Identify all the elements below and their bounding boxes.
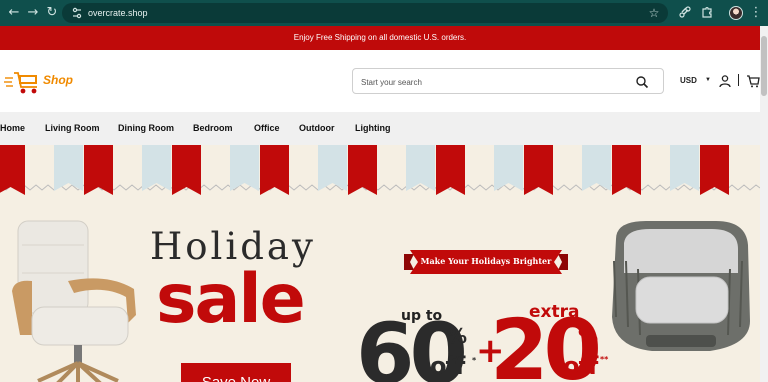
offer1-off: off [430,352,465,380]
nav-item-dining-room[interactable]: Dining Room [118,123,174,133]
reload-icon[interactable]: ↻ [44,5,60,21]
nav-item-bedroom[interactable]: Bedroom [193,123,233,133]
ribbon-text: Make Your Holidays Brighter [420,256,552,266]
site-header: Shop USD ▼ [0,50,760,112]
hero-banner[interactable]: Holiday sale Make Your Holidays Brighter… [0,145,760,382]
offer1-percent: % [447,324,468,348]
logo-cart-icon [4,72,37,94]
nav-item-lighting[interactable]: Lighting [355,123,391,133]
nav-item-outdoor[interactable]: Outdoor [299,123,335,133]
search-box [352,68,664,94]
address-bar[interactable]: overcrate.shop ☆ [62,3,668,23]
save-now-button[interactable]: Save Now [181,363,291,382]
nav-item-living-room[interactable]: Living Room [45,123,100,133]
armchair-image [612,221,750,351]
back-arrow-icon[interactable]: ← [6,5,22,21]
header-divider [738,74,739,86]
menu-dots-icon[interactable]: ⋮ [748,5,764,21]
user-account-icon[interactable] [718,74,732,88]
url-text[interactable]: overcrate.shop [88,6,148,20]
promo-bar: Enjoy Free Shipping on all domestic U.S.… [0,26,760,50]
browser-toolbar: ← → ↻ overcrate.shop ☆ ⋮ [0,0,768,26]
scrollbar-thumb[interactable] [761,36,767,96]
logo-text: Shop [43,73,73,87]
offer2-off: off [563,352,598,380]
forward-arrow-icon[interactable]: → [25,5,41,21]
site-logo[interactable]: Shop [4,70,74,96]
extension-link-icon[interactable] [677,5,693,21]
search-icon[interactable] [635,75,649,89]
extensions-icon[interactable] [699,5,715,21]
promo-text: Enjoy Free Shipping on all domestic U.S.… [293,33,467,42]
site-info-icon[interactable] [70,6,84,20]
office-chair-image [12,220,136,382]
page-scrollbar[interactable] [760,26,768,382]
currency-selector[interactable]: USD [680,76,697,85]
offer2-percent: % [578,324,599,348]
hero-sale-text: sale [156,260,306,339]
bunting-decoration [0,145,760,195]
search-input[interactable] [361,73,621,91]
nav-item-office[interactable]: Office [254,123,280,133]
bookmark-star-icon[interactable]: ☆ [646,5,662,21]
main-navigation: Home Living Room Dining Room Bedroom Off… [0,112,760,145]
chevron-down-icon[interactable]: ▼ [705,77,711,83]
nav-item-home[interactable]: Home [0,123,25,133]
profile-avatar[interactable] [729,6,743,20]
cart-icon[interactable] [746,74,760,88]
